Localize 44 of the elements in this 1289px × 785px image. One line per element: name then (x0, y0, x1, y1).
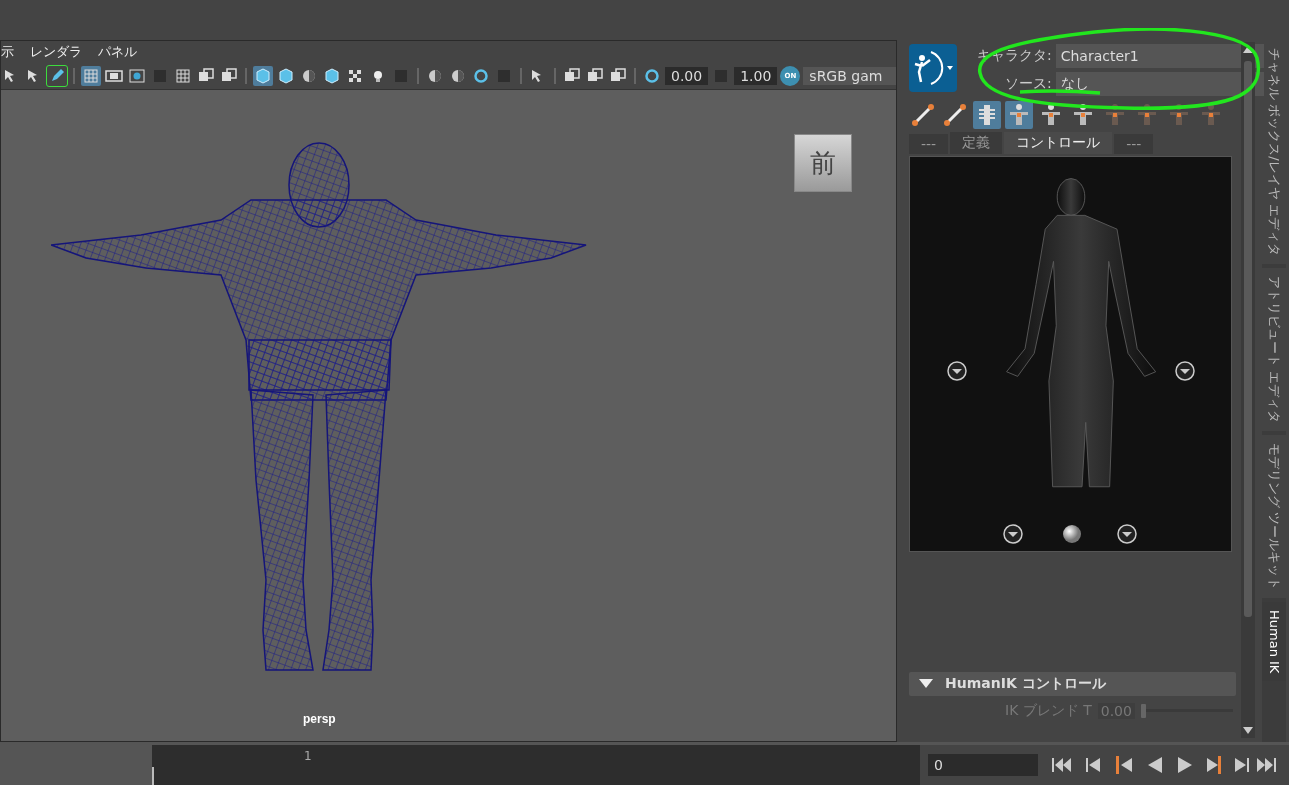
tab[interactable]: --- (909, 134, 949, 154)
time-slider[interactable]: 1 (152, 745, 920, 785)
ring-icon[interactable] (471, 66, 491, 86)
value-field[interactable]: 0.00 (665, 67, 709, 85)
cube-icon[interactable] (322, 66, 342, 86)
scrollbar[interactable] (1241, 42, 1255, 738)
bone-icon[interactable] (941, 101, 969, 129)
side-tab[interactable]: チャネル ボックス/レイヤ エディタ (1262, 40, 1286, 264)
bone-icon[interactable] (909, 101, 937, 129)
current-frame-field[interactable]: 0 (928, 754, 1038, 776)
side-tab[interactable]: モデリング ツールキット (1262, 434, 1286, 598)
playback-controls-drawing[interactable] (1050, 755, 1278, 775)
expand-triangle-icon[interactable] (919, 679, 933, 689)
cube-icon[interactable] (276, 66, 296, 86)
ring-icon[interactable] (642, 66, 662, 86)
dropdown-circle-icon[interactable] (1174, 360, 1196, 382)
frame-tick-label: 1 (304, 749, 312, 763)
scroll-up-icon[interactable] (1243, 46, 1253, 53)
value-field[interactable]: 1.00 (734, 67, 778, 85)
scroll-down-icon[interactable] (1243, 727, 1253, 734)
character-dropdown[interactable]: Character1 (1055, 44, 1264, 68)
viewport[interactable]: 前 persp (1, 90, 896, 741)
menu-item[interactable]: パネル (98, 43, 137, 61)
source-label: ソース: (1005, 75, 1052, 93)
ball-icon[interactable] (1062, 524, 1082, 544)
dropdown-circle-icon[interactable] (946, 360, 968, 382)
section-title: HumanIK コントロール (945, 675, 1106, 693)
side-tab[interactable]: アトリビュート エディタ (1262, 267, 1286, 431)
dropdown-circle-icon[interactable] (1002, 523, 1024, 545)
menu-item[interactable]: 示 (1, 43, 14, 61)
tab[interactable]: 定義 (950, 132, 1003, 154)
section-header[interactable]: HumanIK コントロール (909, 672, 1236, 696)
pencil-icon[interactable] (47, 66, 67, 86)
tab[interactable]: --- (1114, 134, 1154, 154)
dropdown-circle-icon[interactable] (1116, 523, 1138, 545)
figure-icon[interactable] (1005, 101, 1033, 129)
camera-label: persp (303, 712, 336, 726)
grid-icon[interactable] (173, 66, 193, 86)
cube-icon[interactable] (253, 66, 273, 86)
tab[interactable]: コントロール (1004, 132, 1113, 154)
character-logo-icon[interactable] (909, 44, 957, 92)
menu-item[interactable]: レンダラ (30, 43, 82, 61)
value-field[interactable]: sRGB gam (803, 67, 896, 85)
view-cube[interactable]: 前 (794, 134, 852, 192)
